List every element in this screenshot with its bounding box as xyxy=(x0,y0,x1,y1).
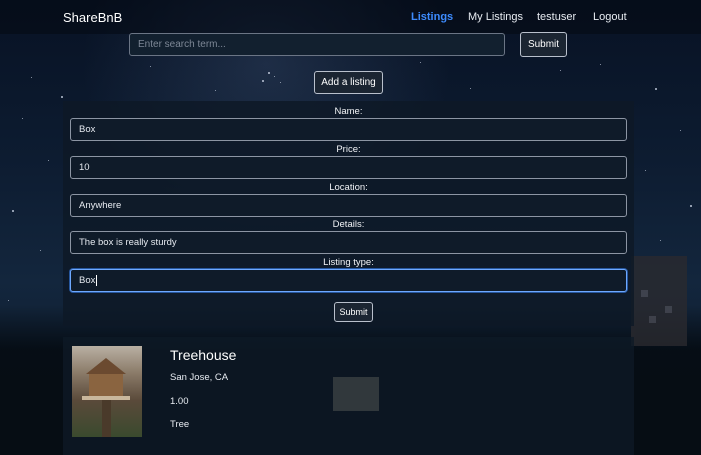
nav-link-user[interactable]: testuser xyxy=(537,11,576,23)
details-field[interactable]: The box is really sturdy xyxy=(70,231,627,254)
location-label: Location: xyxy=(329,182,368,193)
brand-logo[interactable]: ShareBnB xyxy=(63,10,122,25)
treehouse-photo-icon xyxy=(72,346,142,437)
nav-link-listings[interactable]: Listings xyxy=(411,11,453,23)
navbar: ShareBnB Listings My Listings testuser L… xyxy=(0,0,701,34)
listing-type: Tree xyxy=(170,419,190,430)
listing-location: San Jose, CA xyxy=(170,372,229,383)
add-listing-form: Name: Box Price: 10 Location: Anywhere D… xyxy=(63,101,634,326)
name-field[interactable]: Box xyxy=(70,118,627,141)
add-listing-button[interactable]: Add a listing xyxy=(314,71,383,94)
form-submit-button[interactable]: Submit xyxy=(334,302,373,322)
nav-link-logout[interactable]: Logout xyxy=(593,11,627,23)
nav-link-my-listings[interactable]: My Listings xyxy=(468,11,523,23)
search-input[interactable] xyxy=(129,33,505,56)
details-label: Details: xyxy=(332,219,365,230)
price-label: Price: xyxy=(336,144,361,155)
listing-type-value: Box xyxy=(79,275,96,286)
location-field[interactable]: Anywhere xyxy=(70,194,627,217)
search-submit-button[interactable]: Submit xyxy=(520,32,567,57)
listing-title: Treehouse xyxy=(170,347,237,363)
listing-type-field[interactable]: Box xyxy=(70,269,627,292)
listing-price: 1.00 xyxy=(170,396,189,407)
text-caret xyxy=(96,274,98,286)
name-label: Name: xyxy=(334,106,363,117)
background-house xyxy=(631,256,687,346)
listing-card[interactable]: Treehouse San Jose, CA 1.00 Tree xyxy=(63,337,634,455)
price-field[interactable]: 10 xyxy=(70,156,627,179)
listing-type-label: Listing type: xyxy=(323,257,374,268)
card-background-house xyxy=(333,377,379,411)
